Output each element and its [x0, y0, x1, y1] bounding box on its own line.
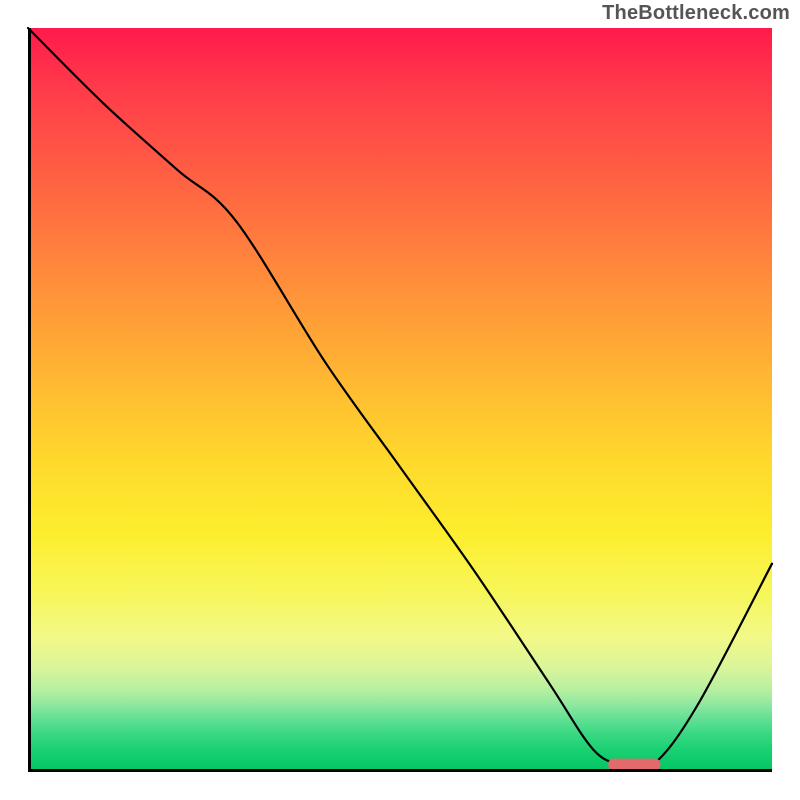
watermark-text: TheBottleneck.com [602, 2, 790, 25]
optimum-marker [608, 759, 660, 771]
chart-container: TheBottleneck.com [0, 0, 800, 800]
bottleneck-curve-path [28, 28, 772, 770]
bottleneck-curve-svg [28, 28, 772, 772]
